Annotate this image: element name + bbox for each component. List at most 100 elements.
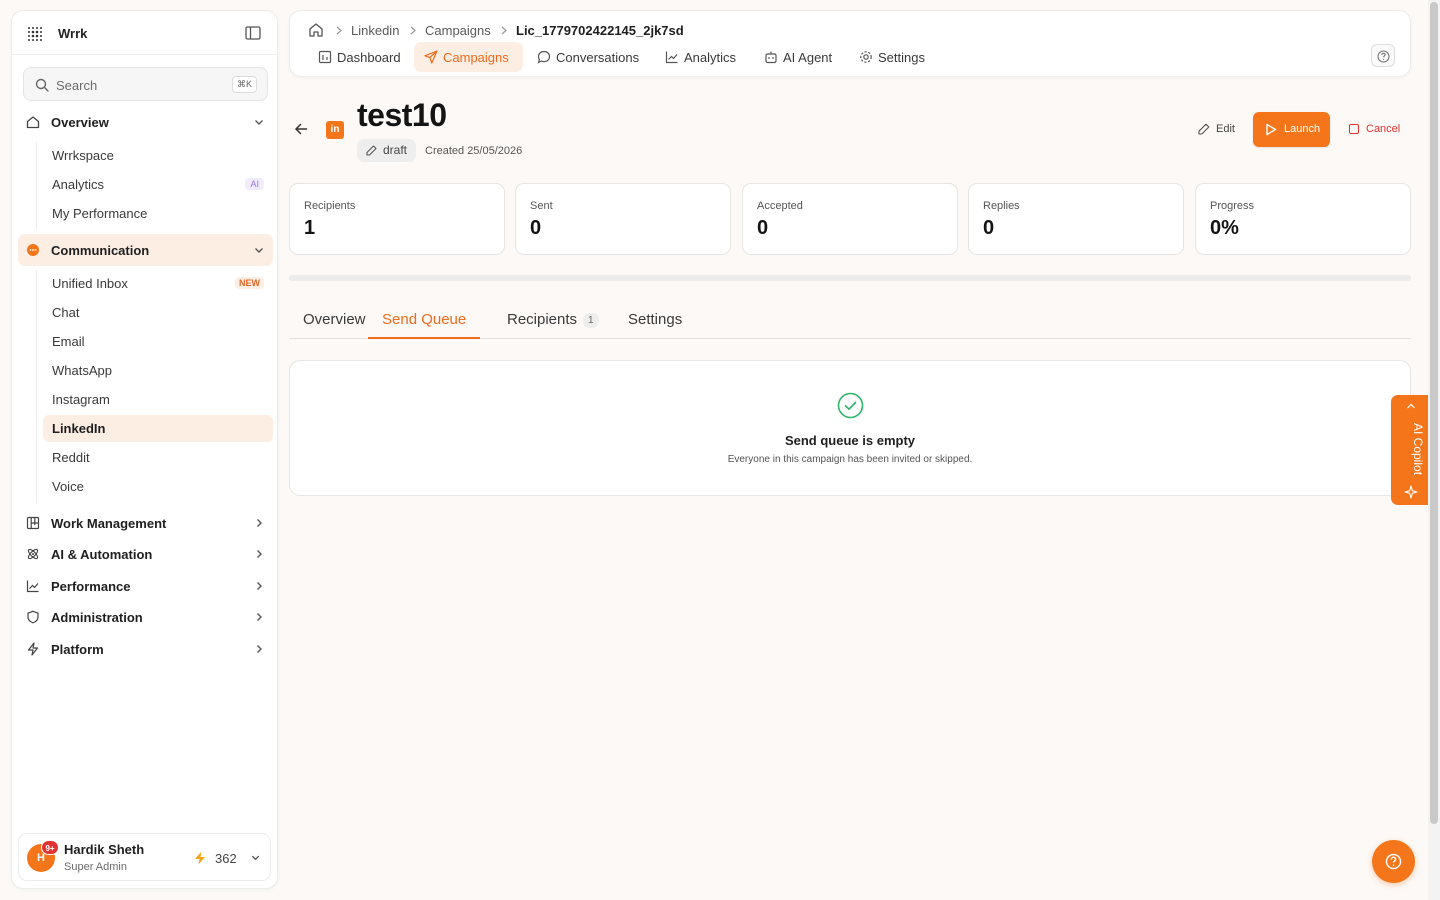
message-icon (537, 50, 551, 64)
lightning-icon (195, 851, 205, 865)
stat-label: Recipients (304, 200, 356, 212)
stop-icon (1349, 124, 1359, 134)
chevron-down-icon (251, 855, 260, 861)
edit-button[interactable]: Edit (1190, 117, 1243, 141)
atom-icon (27, 548, 39, 560)
nav-section-platform[interactable]: Platform (18, 633, 273, 665)
home-icon[interactable] (308, 22, 324, 38)
sidebar-item-label: Voice (52, 479, 84, 494)
sidebar-item-label: Unified Inbox (52, 276, 128, 291)
sidebar-item-chat[interactable]: Chat (43, 299, 273, 326)
ai-badge: AI (245, 178, 264, 190)
bot-icon (765, 51, 777, 64)
nav-section-label: AI & Automation (51, 547, 153, 562)
help-fab-button[interactable] (1372, 840, 1415, 883)
chevron-right-icon (501, 26, 507, 35)
sidebar-item-instagram[interactable]: Instagram (43, 386, 273, 413)
chevron-right-icon (257, 550, 262, 558)
ai-copilot-tab[interactable]: AI Copilot (1391, 395, 1432, 505)
chevron-right-icon (257, 582, 262, 590)
user-menu[interactable]: H 9+ Hardik Sheth Super Admin 362 (18, 833, 271, 881)
tab-analytics[interactable]: Analytics (655, 42, 743, 72)
nav-section-communication[interactable]: Communication (18, 234, 273, 266)
tab-label: Dashboard (337, 50, 401, 65)
sidebar-item-label: LinkedIn (52, 421, 106, 436)
sidebar-toggle-icon[interactable] (245, 26, 261, 40)
kanban-icon (26, 516, 40, 530)
stat-card-progress: Progress 0% (1195, 183, 1411, 255)
page-scrollbar[interactable] (1428, 0, 1440, 900)
sidebar-item-label: Analytics (52, 177, 105, 192)
chevron-right-icon (257, 613, 262, 621)
tab-overview[interactable]: Overview (303, 302, 366, 339)
subnav-guide (36, 270, 37, 503)
gear-icon (860, 51, 872, 63)
nav-section-overview[interactable]: Overview (18, 106, 273, 138)
stat-card-recipients: Recipients 1 (289, 183, 505, 255)
progress-bar (289, 275, 1411, 281)
tab-dashboard[interactable]: Dashboard (308, 42, 405, 72)
tab-send-queue[interactable]: Send Queue (368, 302, 481, 339)
sidebar-item-wrrkspace[interactable]: Wrrkspace (43, 142, 273, 169)
chevron-right-icon (257, 519, 262, 527)
user-role: Super Admin (64, 861, 127, 873)
notification-badge: 9+ (41, 840, 59, 855)
chevron-right-icon (336, 26, 342, 35)
sidebar: Wrrk Search ⌘K Overview Wrrkspace Analyt… (11, 10, 278, 889)
sidebar-item-email[interactable]: Email (43, 328, 273, 355)
chevron-right-icon (257, 645, 262, 653)
sidebar-item-voice[interactable]: Voice (43, 473, 273, 500)
stat-label: Progress (1210, 200, 1255, 212)
cancel-label: Cancel (1366, 123, 1401, 135)
sidebar-item-analytics[interactable]: Analytics AI (43, 171, 273, 198)
sidebar-item-reddit[interactable]: Reddit (43, 444, 273, 471)
search-icon (35, 78, 49, 92)
tab-label: Campaigns (443, 50, 509, 65)
tab-settings[interactable]: Settings (849, 42, 936, 72)
nav-section-administration[interactable]: Administration (18, 601, 273, 633)
chevron-down-icon (255, 120, 263, 125)
tab-recipients[interactable]: Recipients 1 (507, 302, 599, 339)
tab-label: Settings (878, 50, 925, 65)
tab-campaigns[interactable]: Campaigns (414, 42, 523, 72)
campaign-tabs: Overview Send Queue Recipients 1 Settings (289, 302, 1411, 339)
credits-count: 362 (215, 851, 237, 866)
search-placeholder: Search (56, 78, 98, 93)
nav-section-ai-automation[interactable]: AI & Automation (18, 538, 273, 570)
tab-settings[interactable]: Settings (628, 302, 682, 339)
back-arrow-icon[interactable] (294, 122, 308, 136)
tab-label: Settings (628, 311, 683, 328)
home-icon (26, 116, 40, 129)
tab-conversations[interactable]: Conversations (527, 42, 645, 72)
breadcrumb-item[interactable]: Campaigns (425, 23, 491, 38)
empty-state-subtitle: Everyone in this campaign has been invit… (727, 454, 973, 465)
nav-section-work-management[interactable]: Work Management (18, 507, 273, 539)
help-button[interactable] (1371, 44, 1395, 67)
subnav-guide (36, 142, 37, 230)
search-input[interactable]: Search ⌘K (23, 67, 268, 101)
sidebar-item-my-performance[interactable]: My Performance (43, 200, 273, 227)
check-circle-icon (837, 392, 864, 419)
sparkle-icon (1404, 485, 1418, 499)
nav-section-label: Platform (51, 642, 104, 657)
chat-bubble-icon (27, 244, 39, 256)
stat-value: 0 (983, 217, 995, 239)
breadcrumb-item[interactable]: Linkedin (351, 23, 399, 38)
sidebar-item-whatsapp[interactable]: WhatsApp (43, 357, 273, 384)
tab-ai-agent[interactable]: AI Agent (754, 42, 842, 72)
line-chart-icon (665, 51, 678, 64)
tab-label: Overview (303, 311, 366, 328)
sidebar-item-unified-inbox[interactable]: Unified Inbox NEW (43, 270, 273, 297)
play-icon (1266, 123, 1277, 136)
sidebar-item-label: Email (52, 334, 85, 349)
stat-card-sent: Sent 0 (515, 183, 731, 255)
empty-state-title: Send queue is empty (784, 433, 916, 448)
scrollbar-thumb[interactable] (1430, 2, 1438, 824)
brand-name: Wrrk (58, 26, 88, 41)
sidebar-item-linkedin[interactable]: LinkedIn (43, 415, 273, 442)
nav-section-label: Performance (51, 579, 131, 594)
shield-icon (27, 610, 39, 624)
nav-section-performance[interactable]: Performance (18, 570, 273, 602)
launch-button[interactable]: Launch (1253, 112, 1330, 147)
cancel-button[interactable]: Cancel (1341, 117, 1408, 141)
